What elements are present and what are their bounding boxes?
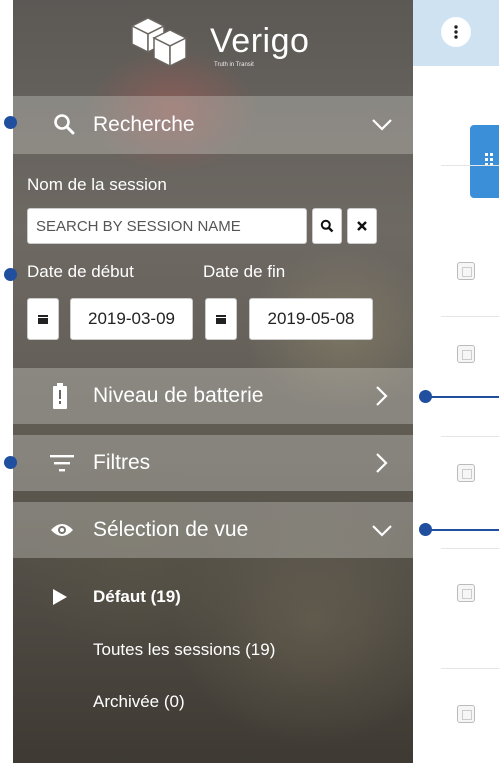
chevron-right-icon	[376, 386, 388, 406]
row-checkbox[interactable]	[457, 345, 475, 363]
logo: Verigo Truth in Transit	[118, 10, 338, 80]
callout-line	[428, 529, 499, 531]
sidebar: Verigo Truth in Transit Recherche Nom de…	[13, 0, 413, 763]
session-search-placeholder: SEARCH BY SESSION NAME	[36, 218, 241, 235]
row-checkbox[interactable]	[457, 464, 475, 482]
row-checkbox[interactable]	[457, 262, 475, 280]
row-checkbox[interactable]	[457, 584, 475, 602]
callout-dot	[4, 456, 17, 469]
chevron-right-icon	[376, 453, 388, 473]
chevron-down-icon	[372, 119, 392, 131]
logo-text: Verigo	[210, 22, 310, 60]
callout-dot	[4, 268, 17, 281]
callout-line	[428, 396, 499, 398]
search-icon	[54, 114, 75, 135]
selected-caret-icon	[53, 589, 67, 605]
start-date-label: Date de début	[27, 262, 134, 281]
start-date-calendar-button[interactable]	[27, 298, 59, 340]
battery-icon	[53, 383, 67, 409]
session-clear-button[interactable]	[347, 208, 377, 244]
eye-icon	[51, 524, 73, 536]
row-checkbox[interactable]	[457, 705, 475, 723]
view-item-default[interactable]: Défaut (19)	[93, 587, 181, 607]
verigo-cube-icon	[130, 17, 188, 68]
close-icon	[357, 221, 367, 231]
row-divider	[441, 316, 499, 317]
callout-dot	[4, 116, 17, 129]
battery-section-title: Niveau de batterie	[93, 384, 264, 407]
view-item-archived[interactable]: Archivée (0)	[93, 692, 185, 712]
logo-tagline: Truth in Transit	[214, 62, 254, 68]
view-item-all-sessions[interactable]: Toutes les sessions (19)	[93, 640, 275, 660]
page-margin	[0, 0, 13, 763]
battery-section-header[interactable]: Niveau de batterie	[13, 368, 413, 424]
filters-section-title: Filtres	[93, 451, 151, 474]
end-date-input[interactable]: 2019-05-08	[249, 298, 373, 340]
top-bar	[413, 0, 499, 66]
start-date-input[interactable]: 2019-03-09	[70, 298, 193, 340]
filters-section-header[interactable]: Filtres	[13, 435, 413, 491]
row-divider	[441, 668, 499, 669]
list-view-tab[interactable]	[470, 125, 499, 198]
session-name-label: Nom de la session	[27, 175, 167, 194]
calendar-icon	[38, 315, 48, 324]
filter-icon	[50, 455, 74, 472]
search-section-header[interactable]: Recherche	[13, 96, 413, 154]
session-search-button[interactable]	[312, 208, 342, 244]
search-icon	[320, 219, 334, 233]
view-selection-section-title: Sélection de vue	[93, 518, 249, 541]
search-section-title: Recherche	[93, 113, 195, 136]
row-divider	[441, 436, 499, 437]
row-divider	[441, 548, 499, 549]
row-divider	[441, 165, 499, 166]
view-selection-section-header[interactable]: Sélection de vue	[13, 502, 413, 558]
kebab-menu-icon	[454, 25, 458, 39]
end-date-label: Date de fin	[203, 262, 286, 281]
session-search-input[interactable]: SEARCH BY SESSION NAME	[27, 208, 307, 244]
end-date-calendar-button[interactable]	[205, 298, 237, 340]
more-options-button[interactable]	[441, 17, 471, 47]
chevron-down-icon	[372, 525, 392, 537]
calendar-icon	[216, 315, 226, 324]
main-content	[413, 0, 499, 763]
